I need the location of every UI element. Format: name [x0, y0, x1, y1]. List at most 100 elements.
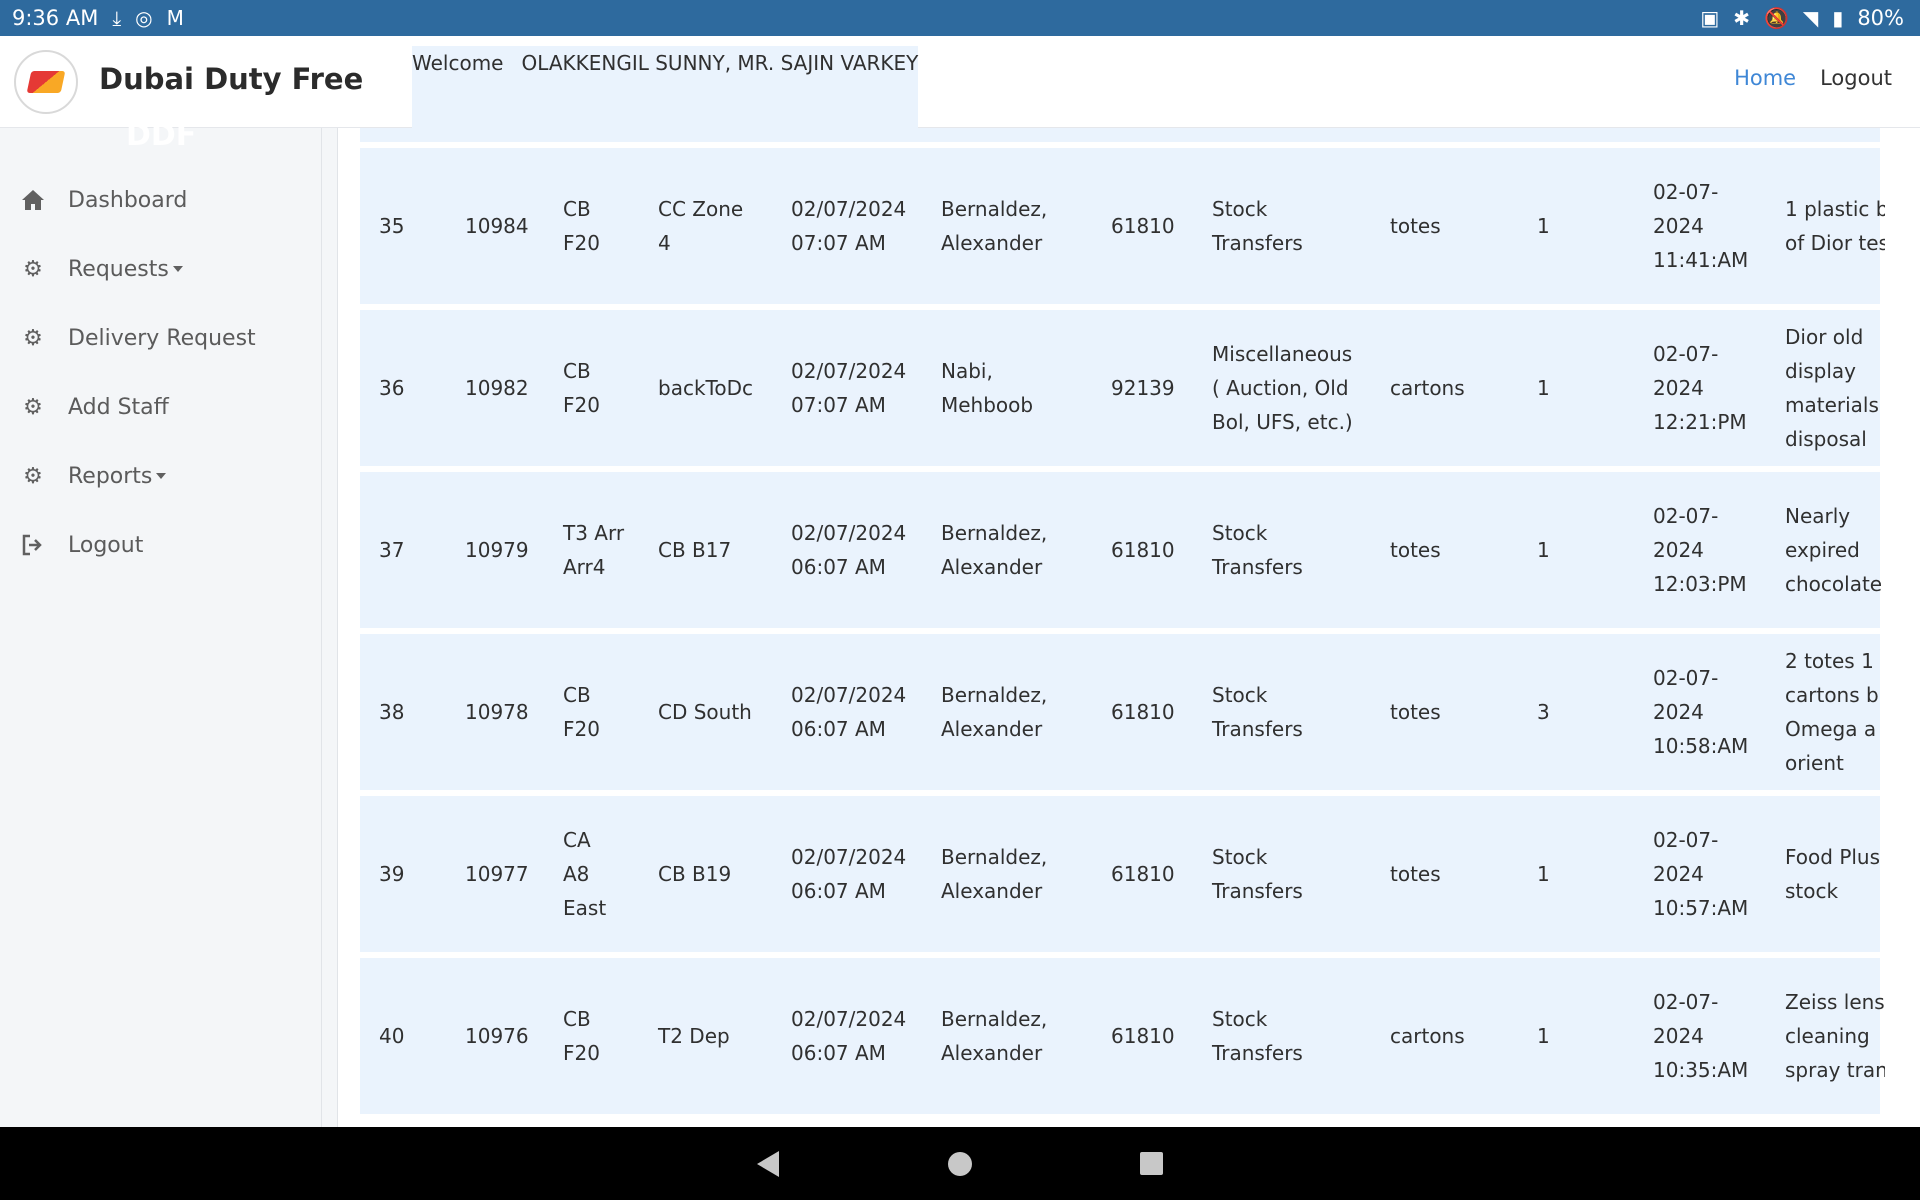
- cell-to-location: CB B19: [658, 796, 778, 952]
- sidebar: DDF Dashboard ⚙ Requests ⚙ Delivery Requ…: [0, 118, 322, 1127]
- sidebar-item-label: Requests: [68, 257, 183, 282]
- cell-received-date: 02-07- 2024 11:41:AM: [1653, 148, 1763, 304]
- table-row[interactable]: 39 10977 CA A8 East CB B19 02/07/2024 06:07 AM B…: [360, 796, 1880, 952]
- cell-line: Bol, UFS, etc.): [1212, 410, 1353, 434]
- sidebar-divider: [322, 128, 338, 1127]
- table-row[interactable]: 38 10978 CB F20 CD South 02/07/2024 06:07 AM Be…: [360, 634, 1880, 790]
- cell-line: chocolate: [1785, 572, 1883, 596]
- cell-line: 06:07 AM: [791, 555, 886, 579]
- cell-line: Transfers: [1212, 231, 1303, 255]
- cell-remarks: Zeiss lens cleaning spray tran: [1785, 958, 1885, 1114]
- cell-line: CB: [563, 683, 591, 707]
- sidebar-item-label: Logout: [68, 532, 144, 558]
- cell-line: F20: [563, 231, 600, 255]
- cell-line: 2024: [1653, 376, 1704, 400]
- sidebar-item-requests[interactable]: ⚙ Requests: [20, 249, 183, 289]
- cell-line: 02-07-: [1653, 504, 1719, 528]
- cell-line: Alexander: [941, 1041, 1043, 1065]
- cell-quantity: 1: [1537, 376, 1550, 400]
- cell-line: 1 plastic b: [1785, 197, 1885, 221]
- cell-to-location: CD South: [658, 634, 778, 790]
- back-icon[interactable]: [757, 1151, 779, 1177]
- cell-requester-name: Bernaldez, Alexander: [941, 958, 1071, 1114]
- bluetooth-icon: ✱: [1733, 6, 1750, 30]
- cell-line: A8: [563, 862, 590, 886]
- cell-unit-type: totes: [1390, 538, 1441, 562]
- gmail-icon: M: [166, 6, 184, 30]
- cell-line: T2 Dep: [658, 1024, 730, 1048]
- cell-from-location: CB F20: [563, 310, 643, 466]
- cell-quantity: 1: [1537, 862, 1550, 886]
- cell-unit-type: totes: [1390, 700, 1441, 724]
- home-button-icon[interactable]: [948, 1152, 972, 1176]
- cell-quantity: 1: [1537, 214, 1550, 238]
- sidebar-item-delivery-request[interactable]: ⚙ Delivery Request: [20, 318, 256, 358]
- cell-from-location: T3 Arr Arr4: [563, 472, 643, 628]
- table-row[interactable]: 36 10982 CB F20 backToDc 02/07/2024 07:07 AM Na…: [360, 310, 1880, 466]
- cell-remarks: Dior old display materials disposal: [1785, 310, 1885, 466]
- cell-line: 2024: [1653, 214, 1704, 238]
- cell-line: spray tran: [1785, 1058, 1885, 1082]
- cell-line: 4: [658, 231, 671, 255]
- sidebar-item-logout[interactable]: Logout: [20, 525, 143, 565]
- gear-icon: ⚙: [23, 394, 43, 420]
- cell-line: 02/07/2024: [791, 359, 907, 383]
- cell-line: 02-07-: [1653, 990, 1719, 1014]
- cell-unit-type: cartons: [1390, 1024, 1465, 1048]
- cell-request-date: 02/07/2024 07:07 AM: [791, 310, 921, 466]
- cell-request-type: Stock Transfers: [1212, 958, 1372, 1114]
- cell-quantity: 1: [1537, 1024, 1550, 1048]
- cell-row-number: 37: [379, 538, 405, 562]
- cell-line: CA: [563, 828, 591, 852]
- cell-request-type: Stock Transfers: [1212, 472, 1372, 628]
- cell-line: Mehboob: [941, 393, 1034, 417]
- cell-line: Stock: [1212, 197, 1268, 221]
- cell-staff-code: 61810: [1111, 214, 1175, 238]
- battery-icon: ▮: [1832, 6, 1844, 30]
- cell-received-date: 02-07- 2024 10:58:AM: [1653, 634, 1763, 790]
- table-row[interactable]: 37 10979 T3 Arr Arr4 CB B17 02/07/2024 06:07 A…: [360, 472, 1883, 628]
- cell-line: 12:03:PM: [1653, 572, 1747, 596]
- cell-request-date: 02/07/2024 07:07 AM: [791, 148, 921, 304]
- recents-icon[interactable]: [1140, 1152, 1163, 1175]
- brand-name[interactable]: Dubai Duty Free: [99, 62, 363, 96]
- ddf-logo[interactable]: [14, 50, 78, 114]
- cell-line: 02/07/2024: [791, 197, 907, 221]
- cell-request-id: 10978: [465, 700, 529, 724]
- table-row[interactable]: 35 10984 CB F20 CC Zone 4 02/07/2024 07:07 AM Be…: [360, 148, 1885, 304]
- cell-line: Nearly: [1785, 504, 1851, 528]
- cell-line: East: [563, 896, 607, 920]
- sidebar-item-add-staff[interactable]: ⚙ Add Staff: [20, 387, 169, 427]
- cell-line: Bernaldez,: [941, 845, 1048, 869]
- cell-to-location: backToDc: [658, 310, 778, 466]
- clock: 9:36 AM: [12, 6, 99, 30]
- nav-logout-link[interactable]: Logout: [1820, 66, 1892, 90]
- cell-received-date: 02-07- 2024 12:03:PM: [1653, 472, 1763, 628]
- cell-line: Alexander: [941, 555, 1043, 579]
- cell-requester-name: Bernaldez, Alexander: [941, 148, 1071, 304]
- cell-from-location: CB F20: [563, 148, 643, 304]
- cell-quantity: 3: [1537, 700, 1550, 724]
- cell-line: Alexander: [941, 231, 1043, 255]
- cell-line: CB: [563, 359, 591, 383]
- cell-received-date: 02-07- 2024 10:57:AM: [1653, 796, 1763, 952]
- cell-line: T3 Arr: [563, 521, 625, 545]
- cell-line: 11:41:AM: [1653, 248, 1749, 272]
- cell-staff-code: 61810: [1111, 862, 1175, 886]
- sidebar-item-reports[interactable]: ⚙ Reports: [20, 456, 167, 496]
- cell-remarks: Food Plus stock: [1785, 796, 1885, 952]
- table-row[interactable]: 40 10976 CB F20 T2 Dep 02/07/2024 06:07 AM Bern…: [360, 958, 1885, 1114]
- cell-line: Bernaldez,: [941, 1007, 1048, 1031]
- sidebar-item-dashboard[interactable]: Dashboard: [20, 180, 187, 220]
- sidebar-item-label: Add Staff: [68, 394, 169, 420]
- nav-home-link[interactable]: Home: [1734, 66, 1796, 90]
- cell-line: 02-07-: [1653, 342, 1719, 366]
- cell-requester-name: Bernaldez, Alexander: [941, 796, 1071, 952]
- sync-icon: ◎: [135, 6, 153, 30]
- cell-line: CB: [563, 1007, 591, 1031]
- cell-request-date: 02/07/2024 06:07 AM: [791, 958, 921, 1114]
- cell-staff-code: 92139: [1111, 376, 1175, 400]
- cell-request-type: Stock Transfers: [1212, 634, 1372, 790]
- cell-line: 02-07-: [1653, 828, 1719, 852]
- cell-to-location: CC Zone 4: [658, 148, 778, 304]
